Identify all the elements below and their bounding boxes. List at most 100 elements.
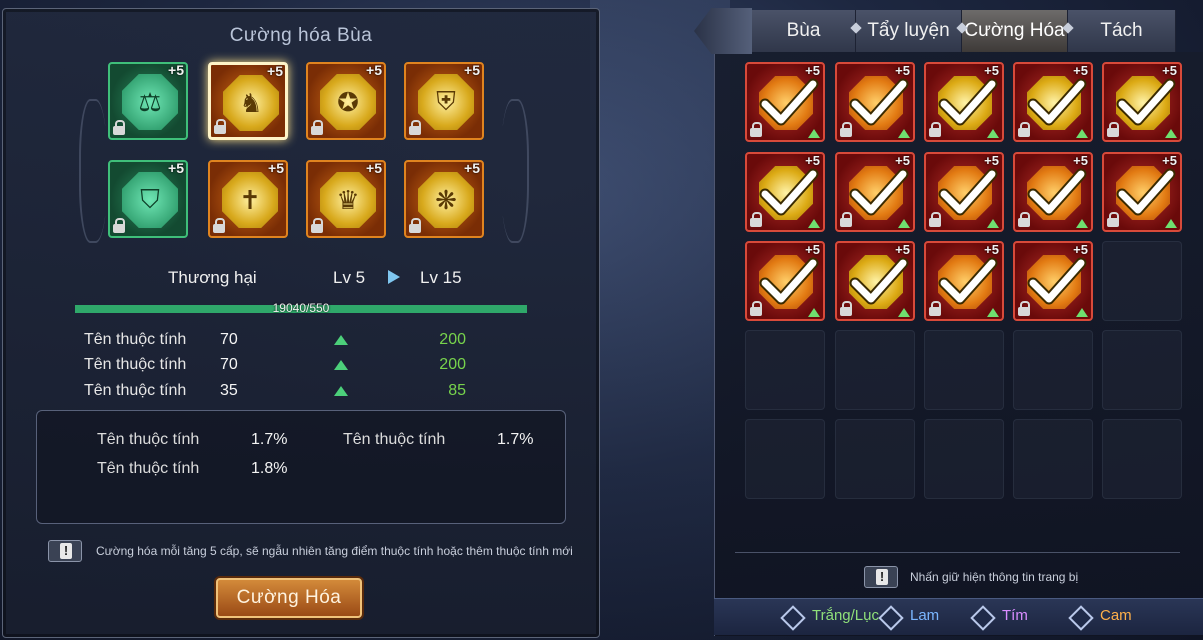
- experience-bar: 19040/550: [75, 301, 527, 315]
- lock-icon: [214, 119, 226, 135]
- inventory-item[interactable]: +5: [745, 62, 825, 142]
- lock-icon: [929, 212, 941, 228]
- charm-symbol-icon: ❋: [435, 184, 457, 215]
- stat-name: Tên thuộc tính: [84, 356, 187, 373]
- diamond-checkbox-icon[interactable]: [878, 605, 904, 631]
- lock-icon: [409, 218, 421, 234]
- enhance-level-badge: +5: [168, 160, 184, 176]
- enhance-level-badge: +5: [268, 160, 284, 176]
- empty-slot: [1013, 419, 1093, 499]
- charm-slot[interactable]: ♞ +5: [208, 62, 288, 140]
- lock-icon: [409, 120, 421, 136]
- lock-icon: [311, 218, 323, 234]
- inventory-item[interactable]: +5: [745, 152, 825, 232]
- charm-slot[interactable]: ❋ +5: [404, 160, 484, 238]
- lock-icon: [213, 218, 225, 234]
- lock-icon: [750, 122, 762, 138]
- sub-stat: Tên thuộc tính 1.7%: [97, 431, 287, 449]
- empty-slot: [835, 419, 915, 499]
- lock-icon: [840, 301, 852, 317]
- charm-symbol-icon: ✪: [337, 86, 359, 117]
- sub-stat: Tên thuộc tính 1.8%: [97, 460, 287, 478]
- enhance-level-badge: +5: [895, 63, 910, 78]
- upgrade-arrow-icon: [1165, 219, 1177, 228]
- empty-slot: [1102, 330, 1182, 410]
- lock-icon: [750, 301, 762, 317]
- checkmark-icon: [1023, 249, 1089, 315]
- lock-icon: [1018, 122, 1030, 138]
- inventory-item[interactable]: +5: [924, 62, 1004, 142]
- lock-icon: [113, 218, 125, 234]
- inventory-item[interactable]: +5: [835, 241, 915, 321]
- charm-slot[interactable]: ✪ +5: [306, 62, 386, 140]
- info-icon: !: [48, 540, 82, 562]
- info-icon: !: [864, 566, 898, 588]
- empty-slot: [1013, 330, 1093, 410]
- charm-slot[interactable]: ♛ +5: [306, 160, 386, 238]
- enhance-level-badge: +5: [464, 160, 480, 176]
- enhance-level-badge: +5: [168, 62, 184, 78]
- checkmark-icon: [934, 70, 1000, 136]
- upgrade-arrow-icon: [898, 129, 910, 138]
- stat-name: Tên thuộc tính: [84, 382, 187, 399]
- inventory-item[interactable]: +5: [924, 152, 1004, 232]
- upgrade-arrow-icon: [898, 219, 910, 228]
- empty-slot: [924, 419, 1004, 499]
- tip-text: Cường hóa mỗi tăng 5 cấp, sẽ ngẫu nhiên …: [96, 544, 573, 558]
- upgrade-arrow-icon: [987, 219, 999, 228]
- tab-tach[interactable]: Tách: [1068, 10, 1176, 52]
- inventory-item[interactable]: +5: [835, 62, 915, 142]
- empty-slot: [745, 419, 825, 499]
- enhance-level-badge: +5: [1073, 242, 1088, 257]
- sub-stat-value: 1.7%: [251, 431, 288, 448]
- sub-stat-value: 1.7%: [497, 431, 534, 448]
- checkmark-icon: [755, 160, 821, 226]
- sub-stat-name: Tên thuộc tính: [97, 431, 200, 448]
- charm-slot[interactable]: ✝ +5: [208, 160, 288, 238]
- inventory-item[interactable]: +5: [1013, 241, 1093, 321]
- level-row: Thương hại Lv 5 Lv 15: [0, 268, 596, 292]
- tab-cuong-hoa[interactable]: Cường Hóa: [962, 10, 1068, 52]
- inventory-item[interactable]: +5: [1013, 152, 1093, 232]
- charm-slot[interactable]: ⛨ +5: [404, 62, 484, 140]
- tab-bua[interactable]: Bùa: [752, 10, 856, 52]
- diamond-checkbox-icon[interactable]: [780, 605, 806, 631]
- hint-text: Nhấn giữ hiện thông tin trang bị: [910, 570, 1079, 584]
- diamond-checkbox-icon[interactable]: [970, 605, 996, 631]
- filter-label: Cam: [1100, 607, 1132, 624]
- lock-icon: [840, 122, 852, 138]
- lock-icon: [750, 212, 762, 228]
- charm-slot[interactable]: ⚖ +5: [108, 62, 188, 140]
- enhance-level-badge: +5: [1073, 63, 1088, 78]
- inventory-item[interactable]: +5: [1013, 62, 1093, 142]
- inventory-item[interactable]: +5: [1102, 62, 1182, 142]
- upgrade-arrow-icon: [1076, 308, 1088, 317]
- panel-title: Cường hóa Bùa: [229, 25, 373, 46]
- stat-current: 70: [220, 331, 238, 348]
- checkmark-icon: [934, 249, 1000, 315]
- background-decoration: [590, 0, 730, 640]
- inventory-item[interactable]: +5: [745, 241, 825, 321]
- charm-slot[interactable]: ⛉ +5: [108, 160, 188, 238]
- tab-tay-luyen[interactable]: Tẩy luyện: [856, 10, 962, 52]
- right-ornament: [501, 99, 529, 243]
- lock-icon: [113, 120, 125, 136]
- diamond-checkbox-icon[interactable]: [1068, 605, 1094, 631]
- empty-slot: [1102, 241, 1182, 321]
- inventory-item[interactable]: +5: [835, 152, 915, 232]
- stat-current: 35: [220, 382, 238, 399]
- enhance-level-badge: +5: [984, 242, 999, 257]
- stat-row: Tên thuộc tính 70 200: [84, 331, 484, 353]
- sub-stat-name: Tên thuộc tính: [343, 431, 446, 448]
- enhance-button[interactable]: Cường Hóa: [216, 578, 362, 618]
- upgrade-arrow-icon: [1165, 129, 1177, 138]
- upgrade-arrow-icon: [808, 308, 820, 317]
- charm-symbol-icon: ⛨: [436, 86, 456, 116]
- inventory-item[interactable]: +5: [924, 241, 1004, 321]
- inventory-item[interactable]: +5: [1102, 152, 1182, 232]
- empty-slot: [835, 330, 915, 410]
- upgrade-arrow-icon: [1076, 219, 1088, 228]
- checkmark-icon: [845, 160, 911, 226]
- checkmark-icon: [934, 160, 1000, 226]
- enhance-tip: ! Cường hóa mỗi tăng 5 cấp, sẽ ngẫu nhiê…: [48, 540, 588, 564]
